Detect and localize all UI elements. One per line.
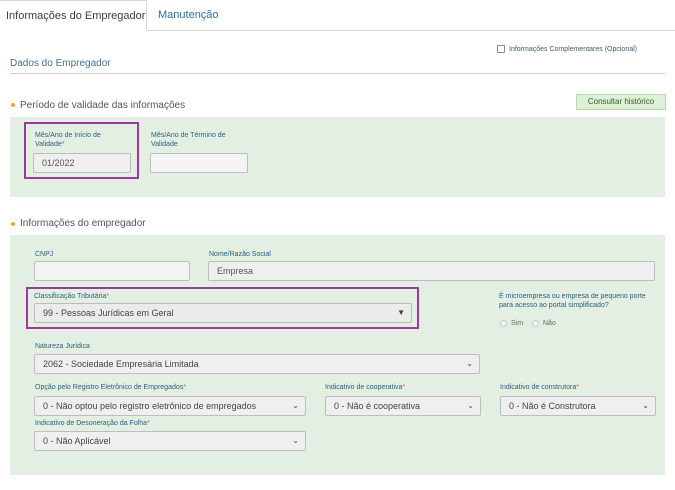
cnpj-label: CNPJ bbox=[35, 251, 54, 258]
builder-select[interactable]: 0 - Não é Construtora ⌄ bbox=[500, 396, 656, 416]
micro-no-radio[interactable] bbox=[532, 320, 539, 327]
section-title: Dados do Empregador bbox=[10, 58, 111, 69]
complementary-info-label: Informações Complementares (Opcional) bbox=[509, 46, 637, 53]
electronic-reg-label: Opção pelo Registro Eletrônico de Empreg… bbox=[35, 384, 186, 391]
payroll-select[interactable]: 0 - Não Aplicável ⌄ bbox=[34, 431, 306, 451]
section-divider bbox=[10, 73, 665, 74]
legal-nature-label: Natureza Jurídica bbox=[35, 343, 90, 350]
tab-bar: Informações do Empregador Manutenção bbox=[0, 0, 675, 31]
builder-value: 0 - Não é Construtora bbox=[509, 401, 596, 411]
employer-title: Informações do empregador bbox=[20, 218, 146, 229]
micro-yes-radio[interactable] bbox=[500, 320, 507, 327]
end-validity-label: Mês/Ano de Término de Validade bbox=[151, 132, 226, 148]
tax-class-highlight bbox=[26, 287, 419, 329]
builder-label: Indicativo de construtora* bbox=[500, 384, 579, 391]
bullet-icon bbox=[11, 103, 15, 107]
tab-employer-info[interactable]: Informações do Empregador bbox=[0, 0, 147, 31]
legal-nature-select[interactable]: 2062 - Sociedade Empresária Limitada ⌄ bbox=[34, 354, 480, 374]
company-name-input[interactable]: Empresa bbox=[208, 261, 655, 281]
legal-nature-value: 2062 - Sociedade Empresária Limitada bbox=[43, 359, 199, 369]
start-validity-highlight bbox=[24, 122, 139, 179]
payroll-value: 0 - Não Aplicável bbox=[43, 436, 111, 446]
chevron-down-icon: ⌄ bbox=[292, 401, 299, 410]
company-name-label: Nome/Razão Social bbox=[209, 251, 271, 258]
bullet-icon bbox=[11, 222, 15, 226]
electronic-reg-select[interactable]: 0 - Não optou pelo registro eletrônico d… bbox=[34, 396, 306, 416]
chevron-down-icon: ⌄ bbox=[292, 436, 299, 445]
history-button[interactable]: Consultar histórico bbox=[576, 94, 666, 110]
complementary-info-checkbox[interactable] bbox=[497, 45, 505, 53]
micro-yes-label: Sim bbox=[511, 320, 524, 327]
validity-title: Período de validade das informações bbox=[20, 100, 186, 111]
coop-value: 0 - Não é cooperativa bbox=[334, 401, 421, 411]
cnpj-input[interactable] bbox=[34, 261, 190, 281]
chevron-down-icon: ⌄ bbox=[466, 359, 473, 368]
micro-question-label: É microempresa ou empresa de pequeno por… bbox=[499, 293, 646, 309]
micro-no-label: Não bbox=[543, 320, 556, 327]
end-validity-input[interactable] bbox=[150, 153, 248, 173]
coop-select[interactable]: 0 - Não é cooperativa ⌄ bbox=[325, 396, 481, 416]
coop-label: Indicativo de cooperativa* bbox=[325, 384, 406, 391]
chevron-down-icon: ⌄ bbox=[467, 401, 474, 410]
payroll-label: Indicativo de Desoneração da Folha* bbox=[35, 420, 150, 427]
tab-maintenance[interactable]: Manutenção bbox=[158, 0, 219, 31]
chevron-down-icon: ⌄ bbox=[642, 401, 649, 410]
electronic-reg-value: 0 - Não optou pelo registro eletrônico d… bbox=[43, 401, 257, 411]
